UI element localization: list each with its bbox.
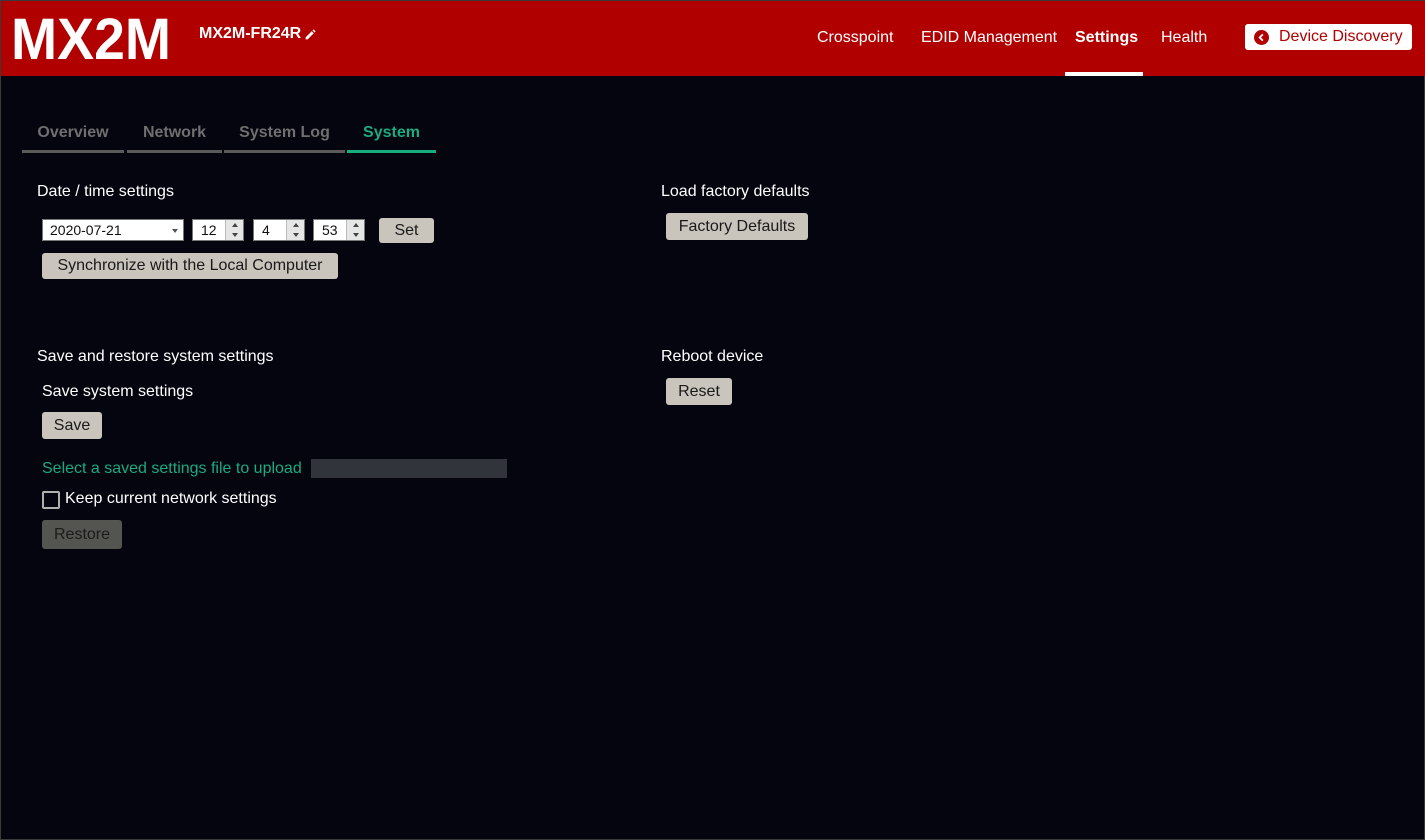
tab-network[interactable]: Network xyxy=(127,124,222,153)
nav-health[interactable]: Health xyxy=(1161,29,1207,47)
nav-settings[interactable]: Settings xyxy=(1075,29,1138,47)
set-time-button[interactable]: Set xyxy=(379,218,434,243)
save-button[interactable]: Save xyxy=(42,412,102,439)
keep-network-label: Keep current network settings xyxy=(65,490,277,507)
save-restore-section-title: Save and restore system settings xyxy=(37,348,274,365)
hour-stepper[interactable]: 12 xyxy=(192,219,244,241)
keep-network-checkbox[interactable] xyxy=(42,491,60,509)
sync-local-computer-button[interactable]: Synchronize with the Local Computer xyxy=(42,253,338,279)
tab-system[interactable]: System xyxy=(347,124,436,153)
nav-crosspoint[interactable]: Crosspoint xyxy=(817,29,893,47)
hour-stepper-arrows[interactable] xyxy=(225,220,243,240)
stepper-down-icon[interactable] xyxy=(226,230,243,240)
device-discovery-label: Device Discovery xyxy=(1279,28,1403,45)
nav-active-indicator xyxy=(1065,72,1143,76)
stepper-up-icon[interactable] xyxy=(347,220,364,230)
second-stepper[interactable]: 53 xyxy=(313,219,365,241)
minute-stepper-arrows[interactable] xyxy=(286,220,304,240)
minute-value: 4 xyxy=(262,222,270,238)
stepper-up-icon[interactable] xyxy=(226,220,243,230)
top-header: MX2M MX2M-FR24R Crosspoint EDID Manageme… xyxy=(1,1,1425,76)
hour-value: 12 xyxy=(201,222,217,238)
device-name-label: MX2M-FR24R xyxy=(199,25,302,42)
factory-defaults-button[interactable]: Factory Defaults xyxy=(666,213,808,240)
nav-edid-management[interactable]: EDID Management xyxy=(921,29,1057,47)
pencil-icon[interactable] xyxy=(304,28,317,41)
date-value: 2020-07-21 xyxy=(50,222,122,238)
stepper-down-icon[interactable] xyxy=(347,230,364,240)
device-discovery-button[interactable]: Device Discovery xyxy=(1245,24,1412,50)
mx2m-logo: MX2M xyxy=(11,13,171,63)
second-value: 53 xyxy=(322,222,338,238)
reset-button[interactable]: Reset xyxy=(666,378,732,405)
upload-file-label[interactable]: Select a saved settings file to upload xyxy=(42,460,302,478)
svg-text:MX2M: MX2M xyxy=(11,13,171,63)
second-stepper-arrows[interactable] xyxy=(346,220,364,240)
device-name[interactable]: MX2M-FR24R xyxy=(199,25,317,43)
stepper-down-icon[interactable] xyxy=(287,230,304,240)
datetime-section-title: Date / time settings xyxy=(37,183,174,200)
save-settings-subtitle: Save system settings xyxy=(42,383,194,400)
date-picker[interactable]: 2020-07-21 xyxy=(42,219,184,241)
tab-system-log[interactable]: System Log xyxy=(224,124,345,153)
dropdown-caret-icon xyxy=(172,229,178,233)
file-upload-input[interactable] xyxy=(311,459,507,478)
tab-overview[interactable]: Overview xyxy=(22,124,124,153)
minute-stepper[interactable]: 4 xyxy=(253,219,305,241)
stepper-up-icon[interactable] xyxy=(287,220,304,230)
back-arrow-icon xyxy=(1254,29,1269,45)
reboot-section-title: Reboot device xyxy=(661,348,764,365)
factory-section-title: Load factory defaults xyxy=(661,183,810,200)
restore-button[interactable]: Restore xyxy=(42,520,122,549)
